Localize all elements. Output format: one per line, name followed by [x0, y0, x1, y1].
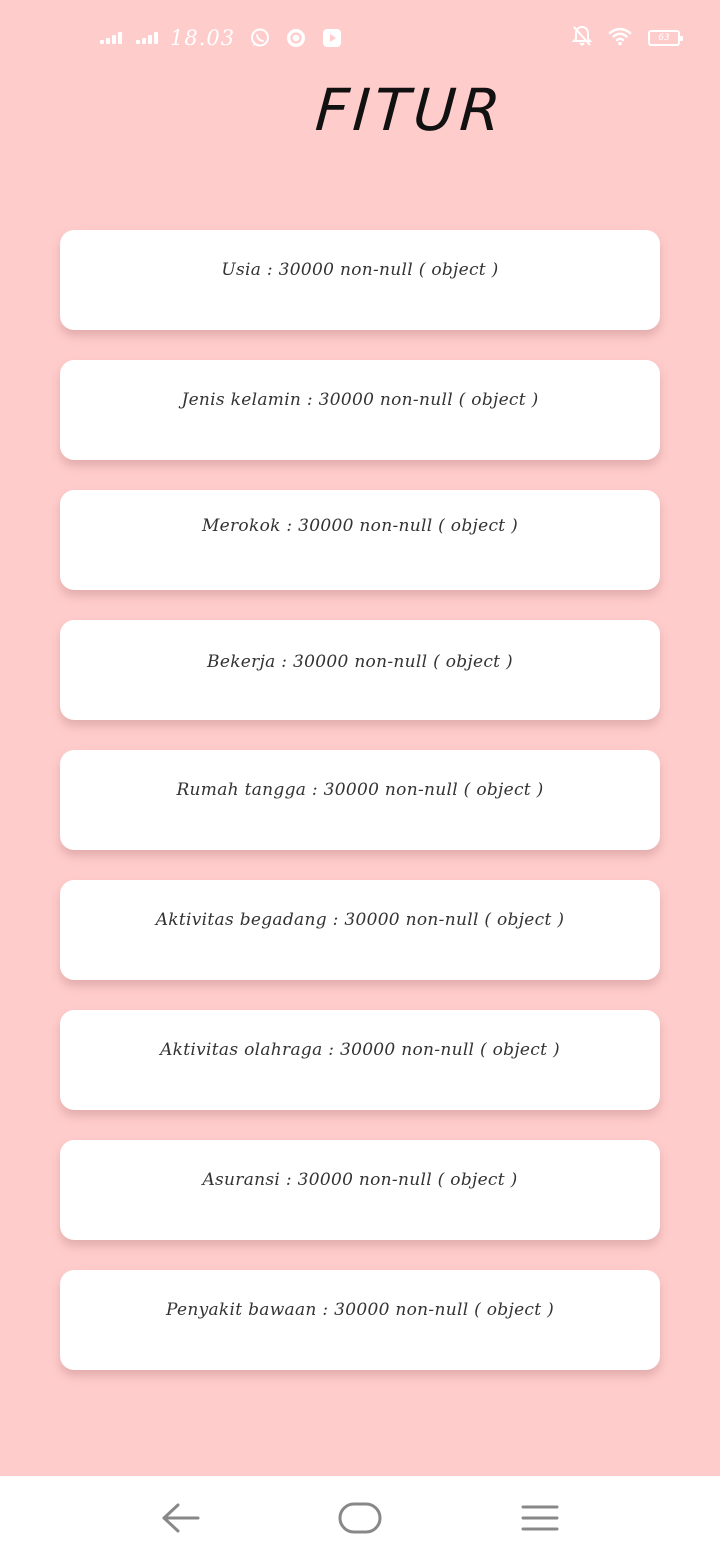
battery-level: 63 — [658, 32, 670, 43]
feature-text: Jenis kelamin : 30000 non-null ( object … — [181, 390, 539, 410]
signal-icon — [136, 32, 158, 44]
feature-card-merokok[interactable]: Merokok : 30000 non-null ( object ) — [60, 490, 660, 590]
wifi-icon — [608, 26, 632, 50]
feature-text: Bekerja : 30000 non-null ( object ) — [207, 652, 513, 672]
feature-text: Rumah tangga : 30000 non-null ( object ) — [176, 780, 544, 800]
youtube-icon — [321, 27, 343, 49]
feature-card-usia[interactable]: Usia : 30000 non-null ( object ) — [60, 230, 660, 330]
navigation-bar — [0, 1476, 720, 1560]
status-bar-right: 63 — [571, 24, 683, 52]
menu-icon — [521, 1505, 559, 1531]
feature-card-asuransi[interactable]: Asuransi : 30000 non-null ( object ) — [60, 1140, 660, 1240]
feature-card-aktivitas-begadang[interactable]: Aktivitas begadang : 30000 non-null ( ob… — [60, 880, 660, 980]
back-button[interactable] — [158, 1496, 202, 1540]
whatsapp-icon — [249, 27, 271, 49]
feature-text: Asuransi : 30000 non-null ( object ) — [202, 1170, 518, 1190]
feature-list: Usia : 30000 non-null ( object ) Jenis k… — [60, 230, 660, 1400]
status-bar-left: 18.03 — [100, 24, 343, 52]
music-app-icon — [285, 27, 307, 49]
battery-icon: 63 — [648, 30, 683, 46]
feature-card-rumah-tangga[interactable]: Rumah tangga : 30000 non-null ( object ) — [60, 750, 660, 850]
page-title: FITUR — [313, 76, 507, 144]
status-bar: 18.03 63 — [0, 0, 720, 76]
notifications-off-icon — [571, 25, 593, 51]
feature-text: Aktivitas begadang : 30000 non-null ( ob… — [155, 910, 565, 930]
feature-text: Aktivitas olahraga : 30000 non-null ( ob… — [160, 1040, 560, 1060]
menu-button[interactable] — [518, 1496, 562, 1540]
feature-text: Merokok : 30000 non-null ( object ) — [201, 516, 519, 536]
feature-text: Penyakit bawaan : 30000 non-null ( objec… — [165, 1300, 555, 1320]
back-icon — [162, 1503, 200, 1533]
feature-card-bekerja[interactable]: Bekerja : 30000 non-null ( object ) — [60, 620, 660, 720]
feature-card-penyakit-bawaan[interactable]: Penyakit bawaan : 30000 non-null ( objec… — [60, 1270, 660, 1370]
feature-card-jenis-kelamin[interactable]: Jenis kelamin : 30000 non-null ( object … — [60, 360, 660, 460]
status-time: 18.03 — [170, 26, 236, 50]
signal-icon — [100, 32, 122, 44]
feature-card-aktivitas-olahraga[interactable]: Aktivitas olahraga : 30000 non-null ( ob… — [60, 1010, 660, 1110]
home-button[interactable] — [338, 1496, 382, 1540]
feature-text: Usia : 30000 non-null ( object ) — [221, 260, 499, 280]
home-icon — [338, 1502, 382, 1534]
